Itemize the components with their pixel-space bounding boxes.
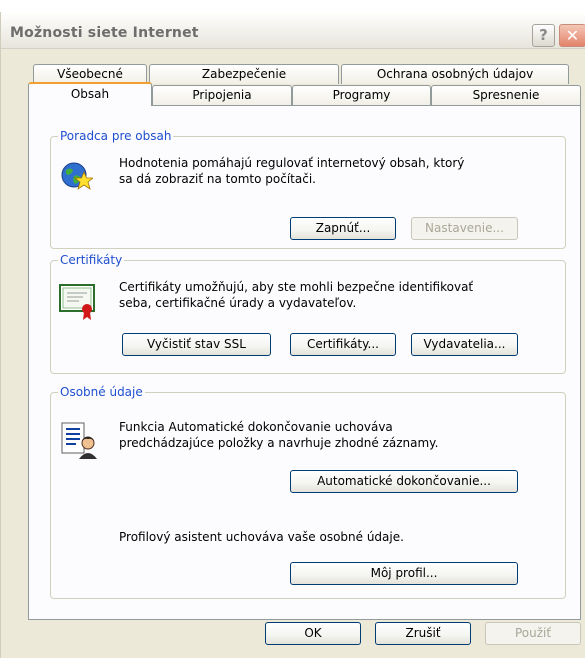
certificates-group: Certifikáty Certifikáty umožňujú, aby st… [50,253,566,374]
personal-info-title: Osobné údaje [58,385,145,399]
content-advisor-desc-line1: Hodnotenia pomáhajú regulovať internetov… [119,156,465,170]
apply-button[interactable]: Použiť [485,622,581,645]
window-title: Možnosti siete Internet [10,25,199,41]
internet-options-window: Možnosti siete Internet ? ✕ Všeobecné Za… [0,12,585,658]
content-advisor-title: Poradca pre obsah [58,129,174,143]
autocomplete-desc-line1: Funkcia Automatické dokončovanie uchováv… [119,420,393,434]
certificates-button[interactable]: Certifikáty... [290,333,396,356]
globe-star-icon [59,159,95,193]
tab-general[interactable]: Všeobecné [33,64,147,84]
tab-privacy[interactable]: Ochrana osobných údajov [341,64,569,84]
enable-button[interactable]: Zapnúť... [290,217,396,240]
cancel-button[interactable]: Zrušiť [375,622,471,645]
content-tab-panel: Poradca pre obsah Hodnotenia pomáhajú re… [28,105,581,620]
title-bar[interactable]: Možnosti siete Internet ? ✕ [1,12,585,49]
close-button[interactable]: ✕ [559,24,585,47]
autocomplete-button[interactable]: Automatické dokončovanie... [290,470,518,493]
ok-button[interactable]: OK [265,622,361,645]
certificate-icon [59,281,97,321]
content-advisor-group: Poradca pre obsah Hodnotenia pomáhajú re… [50,129,566,249]
publishers-button[interactable]: Vydavatelia... [411,333,518,356]
tab-content[interactable]: Obsah [28,82,152,106]
help-button[interactable]: ? [532,24,555,47]
clear-ssl-button[interactable]: Vyčistiť stav SSL [122,333,271,356]
certificates-title: Certifikáty [58,253,125,267]
settings-button[interactable]: Nastavenie... [411,217,518,240]
tab-security[interactable]: Zabezpečenie [149,64,339,84]
autocomplete-icon [61,421,99,461]
my-profile-button[interactable]: Môj profil... [290,562,518,585]
tab-programs[interactable]: Programy [292,85,431,105]
tab-advanced[interactable]: Spresnenie [431,85,581,105]
tab-connections[interactable]: Pripojenia [152,85,292,105]
content-advisor-desc-line2: sa dá zobraziť na tomto počítači. [119,172,316,186]
autocomplete-desc-line2: predchádzajúce položky a navrhuje zhodné… [119,436,439,450]
profile-assistant-text: Profilový asistent uchováva vaše osobné … [119,530,404,544]
certificates-desc-line1: Certifikáty umožňujú, aby ste mohli bezp… [119,280,474,294]
personal-info-group: Osobné údaje Funkcia Automatické dokončo… [50,385,566,599]
certificates-desc-line2: seba, certifikačné úrady a vydavateľov. [119,296,357,310]
